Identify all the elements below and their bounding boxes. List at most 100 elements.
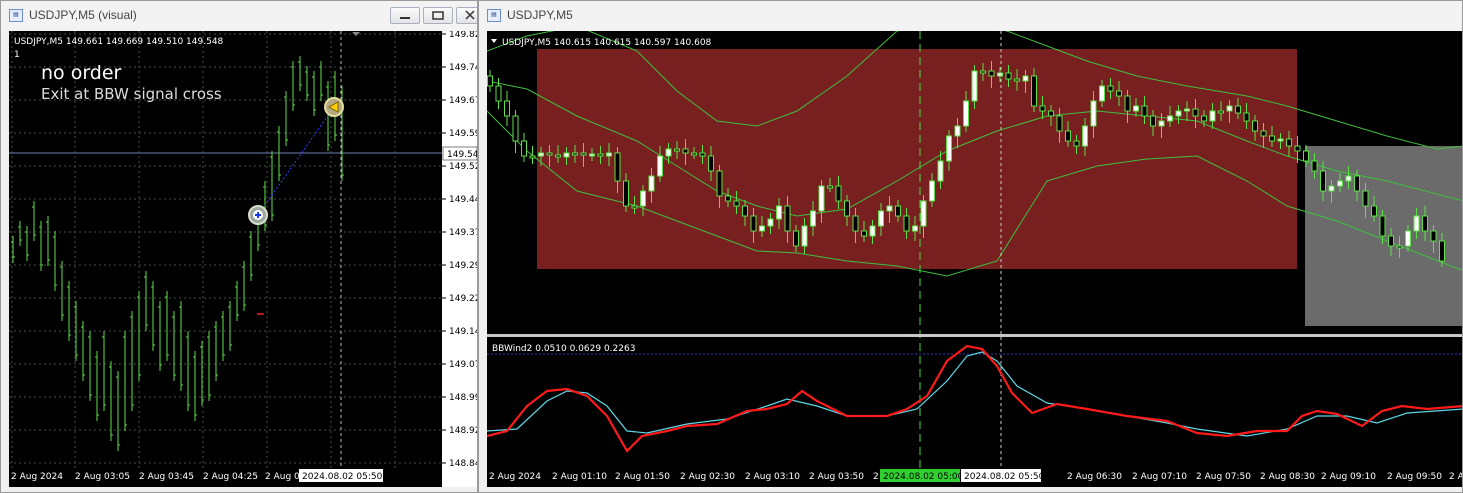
candle-body [716,170,723,197]
candle-body [1133,105,1139,112]
price-scale-label: 148.92 [449,426,477,436]
candle-body [1243,112,1250,122]
time-scale-label: 2 Aug 04:25 [203,472,258,482]
candle-body [1184,108,1190,112]
price-scale-label: 149.44 [449,195,477,205]
time-scale-label: 2 Aug 1 [1449,472,1463,482]
close-button[interactable] [456,7,477,24]
candle-body [869,225,876,237]
candle-body [504,100,510,117]
minimize-icon [400,17,410,19]
right-title-bar[interactable]: ▤ USDJPY,M5 [479,1,1462,31]
candle-body [861,230,867,237]
candle-body [665,148,672,157]
candle-body [1090,100,1097,127]
candle-body [623,180,629,207]
candle-body [1422,215,1428,232]
buy-entry-marker[interactable] [248,205,268,225]
candle-body [1311,160,1318,172]
candle-body [1048,110,1054,117]
candle-body [912,225,918,232]
time-scale-label: 2 Aug 07:50 [1196,472,1251,482]
price-scale-label: 148.99 [449,393,477,403]
maximize-button[interactable] [423,7,453,24]
candle-body [1099,85,1105,102]
candle-body [1252,120,1258,132]
candle-body [1337,180,1343,187]
candle-body [1235,105,1241,114]
candle-body [1269,135,1275,142]
candle-body [903,215,910,232]
candle-body [1226,105,1233,112]
candle-body [1277,138,1284,142]
chart-shift-icon[interactable] [352,32,360,36]
candle-body [1371,205,1377,217]
candle-body [878,210,884,227]
candle-body [759,225,765,232]
price-scale-label: 149.37 [449,228,477,238]
candle-body [818,185,825,212]
time-scale-label: 2 Aug 09:10 [1321,472,1376,482]
candle-body [708,155,714,172]
price-scale-label: 149.14 [449,327,477,337]
price-scale-label: 149.74 [449,63,477,73]
candle-body [980,70,986,74]
candle-body [487,75,493,87]
candle-body [640,190,646,207]
left-chart-canvas: USDJPY,M5 149.661 149.669 149.510 149.54… [9,30,477,487]
candle-body [1107,85,1114,92]
candle-body [631,205,638,209]
price-scale-label: 149.59 [449,129,477,139]
candle-body [997,72,1003,77]
candle-body [1345,175,1352,182]
right-price-chart[interactable]: USDJPY,M5 140.615 140.615 140.597 140.60… [486,20,1463,487]
time-scale-label: 2 Aug 07:10 [1132,472,1187,482]
candle-body [1439,240,1445,262]
exit-marker[interactable] [324,97,344,117]
candle-body [521,140,527,157]
candle-body [835,185,842,202]
candle-body [1073,140,1080,147]
price-scale-label: 148.84 [449,459,477,469]
time-scale-label: 2 Aug 09:50 [1387,472,1442,482]
session-box-red [537,49,1297,269]
left-window-title: USDJPY,M5 (visual) [29,8,137,22]
price-bars [11,56,344,451]
candle-body [827,185,833,189]
candle-body [793,230,799,247]
candle-body [1286,138,1292,147]
time-scale-label: 2 [873,472,879,482]
candle-body [750,215,757,232]
candle-body [1116,90,1122,97]
candle-body [1158,120,1165,127]
minimize-button[interactable] [390,7,420,24]
candle-body [614,152,621,182]
candle-body [682,148,689,154]
candle-body [1209,110,1216,122]
left-price-chart[interactable]: USDJPY,M5 149.661 149.669 149.510 149.54… [9,30,477,487]
candle-body [801,225,808,247]
candle-body [674,148,680,152]
left-title-bar[interactable]: ▤ USDJPY,M5 (visual) [1,1,477,31]
time-scale-label: 2 Aug 06:30 [1067,472,1122,482]
chart-menu-icon[interactable] [491,39,497,43]
candle-body [929,180,935,202]
candle-body [1218,110,1224,114]
candle-body [512,115,519,142]
candle-body [920,200,927,227]
price-scale-label: 149.29 [449,261,477,271]
candle-body [606,152,612,157]
candle-body [1192,108,1199,117]
time-scale-label: 2 Aug 08:30 [1260,472,1315,482]
subwindow-separator[interactable] [487,334,1463,337]
bbw-main-line [486,344,1462,453]
candle-body [767,218,774,227]
candle-body [742,205,748,217]
candle-body [1405,230,1411,247]
candle-body [1014,78,1020,82]
current-price-label: 149.54 [447,150,477,160]
time-scale[interactable]: 2 Aug 2024 2 Aug 03:05 2 Aug 03:45 2 Aug 04… [11,472,300,482]
right-chart-window: ▤ USDJPY,M5 USDJPY,M5 140.615 140.615 14… [478,0,1463,493]
candle-body [1056,115,1063,132]
right-chart-canvas: USDJPY,M5 140.615 140.615 140.597 140.60… [486,20,1463,487]
